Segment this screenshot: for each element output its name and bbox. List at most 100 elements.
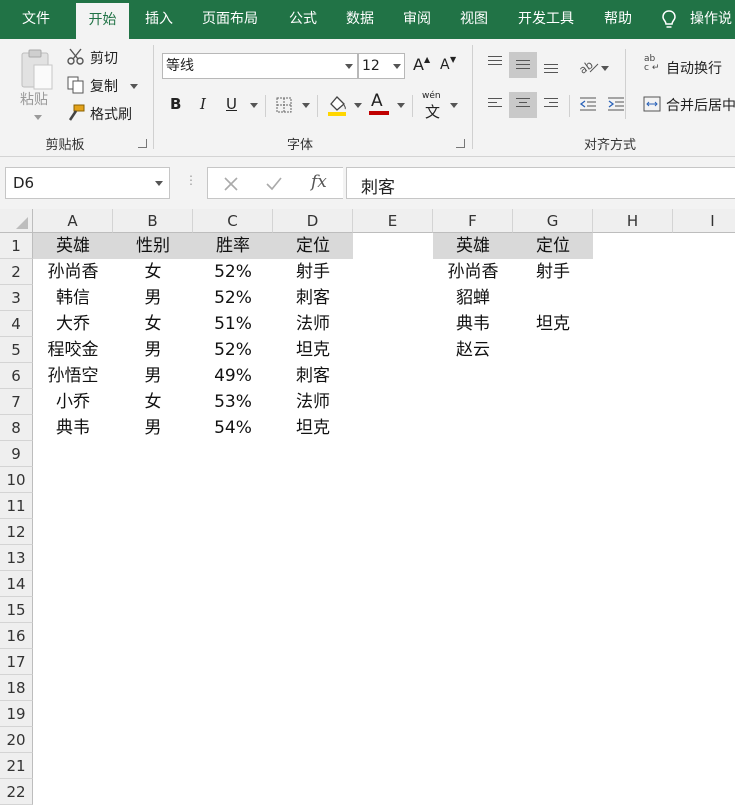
cell-d2[interactable]: 射手: [273, 259, 353, 285]
tab-view[interactable]: 视图: [450, 0, 498, 39]
cell-f1[interactable]: 英雄: [433, 233, 513, 259]
cell-f5[interactable]: 赵云: [433, 337, 513, 363]
cancel-icon[interactable]: [224, 177, 238, 191]
worksheet-grid[interactable]: ABCDEFGHI 1 2 3 4 5 6 7 8 9 10 11 12 13 14 15 16 17 18 19 2…: [0, 209, 735, 805]
row-header-8[interactable]: 8: [0, 415, 33, 441]
cell-b1[interactable]: 性别: [113, 233, 193, 259]
cell-g1[interactable]: 定位: [513, 233, 593, 259]
column-header-h[interactable]: H: [593, 209, 673, 233]
phonetic-dropdown-icon[interactable]: [450, 103, 458, 108]
font-name-combo[interactable]: 等线: [162, 53, 358, 79]
cell-d3[interactable]: 刺客: [273, 285, 353, 311]
fill-color-dropdown-icon[interactable]: [354, 103, 362, 108]
cell-d6[interactable]: 刺客: [273, 363, 353, 389]
row-header-4[interactable]: 4: [0, 311, 33, 337]
underline-button[interactable]: U: [226, 95, 237, 113]
wrap-text-button[interactable]: 自动换行: [666, 58, 722, 78]
cell-c2[interactable]: 52%: [193, 259, 273, 285]
cell-d8[interactable]: 坦克: [273, 415, 353, 441]
column-header-i[interactable]: I: [673, 209, 735, 233]
cell-b7[interactable]: 女: [113, 389, 193, 415]
align-middle-icon[interactable]: [516, 60, 530, 72]
cell-f2[interactable]: 孙尚香: [433, 259, 513, 285]
row-header-3[interactable]: 3: [0, 285, 33, 311]
name-box[interactable]: D6: [5, 167, 170, 199]
shrink-font-button[interactable]: A: [440, 57, 450, 73]
font-color-dropdown-icon[interactable]: [397, 103, 405, 108]
cell-a7[interactable]: 小乔: [33, 389, 113, 415]
enter-icon[interactable]: [266, 177, 282, 191]
row-header-1[interactable]: 1: [0, 233, 33, 259]
row-header-2[interactable]: 2: [0, 259, 33, 285]
copy-dropdown-icon[interactable]: [130, 84, 138, 89]
phonetic-guide-button[interactable]: wén: [422, 92, 441, 101]
tab-tell-me[interactable]: 操作说: [690, 0, 735, 39]
fill-color-icon[interactable]: [326, 94, 348, 116]
merge-center-icon[interactable]: [643, 96, 661, 112]
align-bottom-icon[interactable]: [544, 64, 558, 76]
cell-a5[interactable]: 程咬金: [33, 337, 113, 363]
paste-label[interactable]: 粘贴: [20, 89, 48, 109]
font-color-button[interactable]: A: [371, 91, 383, 111]
cell-c3[interactable]: 52%: [193, 285, 273, 311]
cell-a8[interactable]: 典韦: [33, 415, 113, 441]
cell-a2[interactable]: 孙尚香: [33, 259, 113, 285]
borders-icon[interactable]: [276, 97, 292, 113]
tab-developer[interactable]: 开发工具: [507, 0, 585, 39]
tab-home[interactable]: 开始: [76, 3, 129, 39]
formula-input[interactable]: 刺客: [346, 167, 735, 199]
grow-font-button[interactable]: A: [413, 55, 424, 74]
name-box-dropdown-icon[interactable]: [155, 181, 163, 186]
column-header-e[interactable]: E: [353, 209, 433, 233]
cell-b6[interactable]: 男: [113, 363, 193, 389]
cell-g2[interactable]: 射手: [513, 259, 593, 285]
increase-indent-icon[interactable]: [607, 96, 625, 112]
italic-button[interactable]: I: [200, 95, 206, 113]
align-left-icon[interactable]: [488, 98, 502, 110]
cut-button[interactable]: 剪切: [90, 48, 118, 68]
underline-dropdown-icon[interactable]: [250, 103, 258, 108]
cell-a4[interactable]: 大乔: [33, 311, 113, 337]
cell-a1[interactable]: 英雄: [33, 233, 113, 259]
align-center-icon[interactable]: [516, 98, 530, 110]
orientation-dropdown-icon[interactable]: [601, 66, 609, 71]
row-header-21[interactable]: 21: [0, 753, 33, 779]
paste-dropdown-icon[interactable]: [34, 115, 42, 120]
select-all-corner[interactable]: [0, 209, 33, 233]
cell-d7[interactable]: 法师: [273, 389, 353, 415]
cell-c1[interactable]: 胜率: [193, 233, 273, 259]
row-header-12[interactable]: 12: [0, 519, 33, 545]
cell-c4[interactable]: 51%: [193, 311, 273, 337]
align-right-icon[interactable]: [544, 98, 558, 110]
clipboard-launcher-icon[interactable]: [138, 139, 147, 148]
cell-d4[interactable]: 法师: [273, 311, 353, 337]
tab-formulas[interactable]: 公式: [279, 0, 327, 39]
column-header-c[interactable]: C: [193, 209, 273, 233]
column-header-f[interactable]: F: [433, 209, 513, 233]
paste-button[interactable]: [18, 49, 56, 93]
bold-button[interactable]: B: [170, 95, 181, 113]
cell-d1[interactable]: 定位: [273, 233, 353, 259]
row-header-5[interactable]: 5: [0, 337, 33, 363]
row-header-20[interactable]: 20: [0, 727, 33, 753]
tab-review[interactable]: 审阅: [393, 0, 441, 39]
cell-c6[interactable]: 49%: [193, 363, 273, 389]
font-size-dropdown-icon[interactable]: [393, 64, 401, 69]
row-header-11[interactable]: 11: [0, 493, 33, 519]
tab-insert[interactable]: 插入: [135, 0, 183, 39]
column-header-g[interactable]: G: [513, 209, 593, 233]
cell-b5[interactable]: 男: [113, 337, 193, 363]
column-header-b[interactable]: B: [113, 209, 193, 233]
cell-c7[interactable]: 53%: [193, 389, 273, 415]
row-header-9[interactable]: 9: [0, 441, 33, 467]
cell-c5[interactable]: 52%: [193, 337, 273, 363]
cell-a6[interactable]: 孙悟空: [33, 363, 113, 389]
column-header-d[interactable]: D: [273, 209, 353, 233]
copy-button[interactable]: 复制: [90, 76, 118, 96]
cell-g4[interactable]: 坦克: [513, 311, 593, 337]
row-header-7[interactable]: 7: [0, 389, 33, 415]
row-header-19[interactable]: 19: [0, 701, 33, 727]
row-header-17[interactable]: 17: [0, 649, 33, 675]
row-header-16[interactable]: 16: [0, 623, 33, 649]
format-painter-button[interactable]: 格式刷: [90, 104, 132, 124]
